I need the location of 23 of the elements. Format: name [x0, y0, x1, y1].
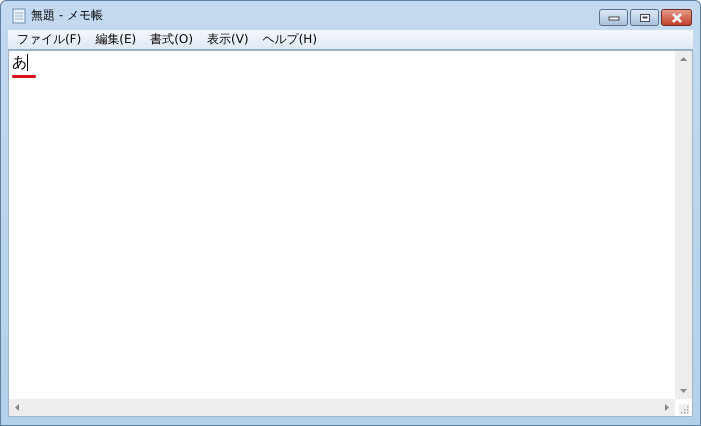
minimize-button[interactable]	[599, 9, 628, 26]
close-icon	[670, 12, 684, 22]
resize-grip-icon[interactable]	[679, 404, 689, 414]
menu-item[interactable]: ファイル(F)	[10, 31, 88, 48]
minimize-icon	[608, 14, 620, 20]
text-caret	[27, 54, 28, 70]
menu-item[interactable]: 書式(O)	[143, 31, 200, 48]
maximize-icon	[638, 12, 650, 22]
window-title: 無題 - メモ帳	[31, 7, 103, 24]
scroll-left-icon[interactable]	[15, 404, 19, 411]
menu-item[interactable]: ヘルプ(H)	[256, 31, 324, 48]
notepad-icon	[12, 8, 26, 24]
scroll-up-icon[interactable]	[680, 57, 687, 61]
menu-item[interactable]: 編集(E)	[88, 31, 144, 48]
horizontal-scrollbar[interactable]	[9, 399, 675, 416]
scroll-down-icon[interactable]	[680, 389, 687, 393]
maximize-button[interactable]	[630, 9, 659, 26]
menu-item[interactable]: 表示(V)	[200, 31, 256, 48]
vertical-scrollbar[interactable]	[675, 51, 692, 399]
close-button[interactable]	[661, 9, 692, 26]
scroll-right-icon[interactable]	[665, 404, 669, 411]
underline-mark	[12, 75, 36, 78]
typed-text: あ	[12, 53, 27, 71]
